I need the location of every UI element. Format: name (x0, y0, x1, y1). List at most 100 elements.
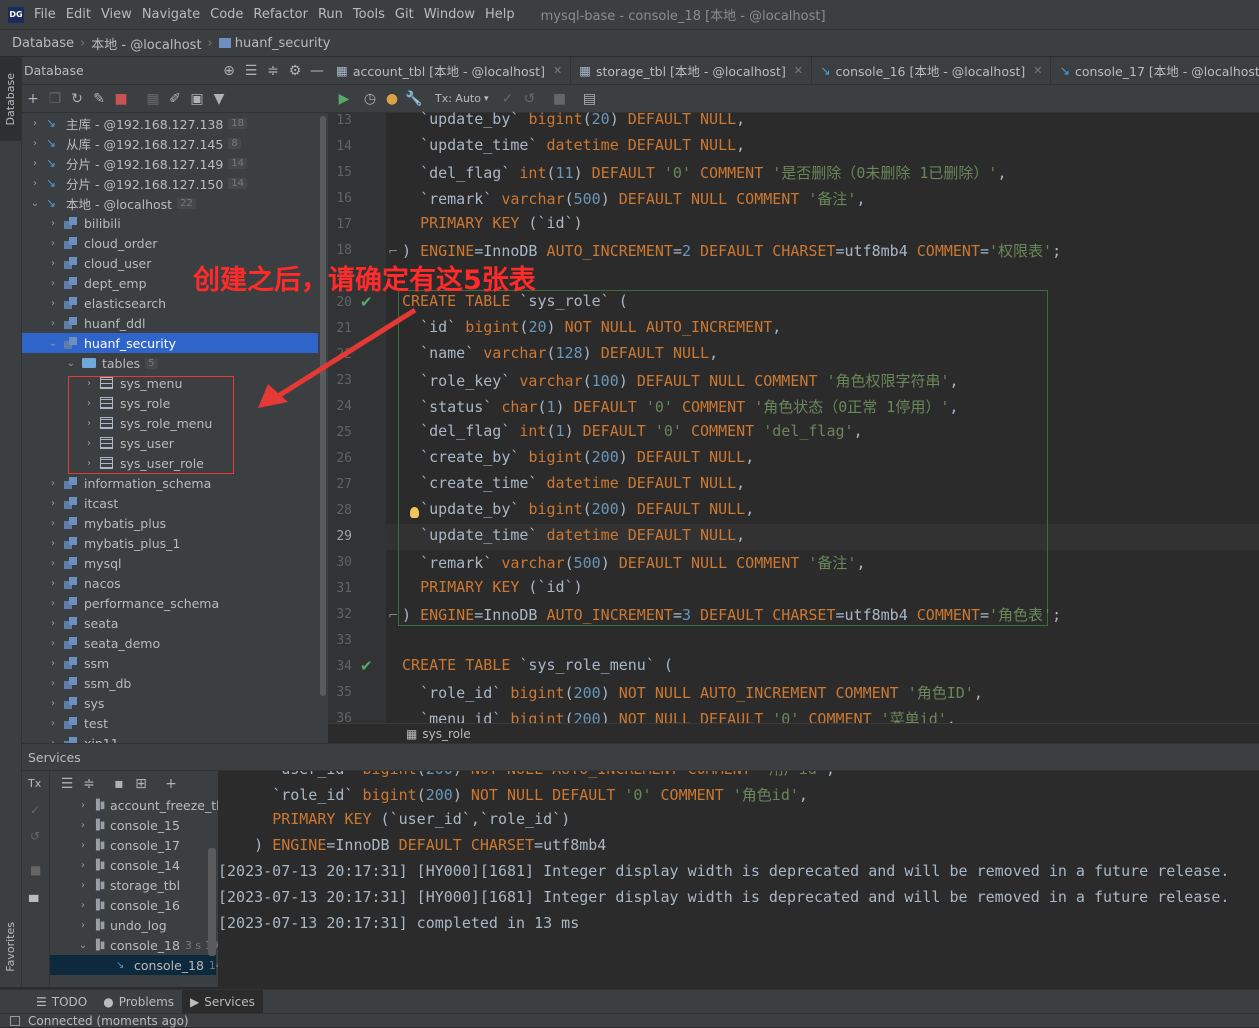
minimize-icon[interactable]: — (306, 60, 328, 82)
services-scrollbar-thumb[interactable] (208, 848, 216, 956)
todo-tab[interactable]: ☰ TODO (28, 990, 95, 1014)
tree-schema[interactable]: › bilibili (46, 213, 121, 233)
code-line[interactable]: ) ENGINE=InnoDB AUTO_INCREMENT=3 DEFAULT… (402, 604, 1061, 625)
ddl-icon[interactable]: ▣ (186, 88, 208, 110)
chevron-right-icon[interactable]: › (46, 718, 60, 729)
tree-schema[interactable]: › information_schema (46, 473, 211, 493)
code-line[interactable]: `create_time` datetime DEFAULT NULL, (402, 474, 745, 492)
close-icon[interactable]: ✕ (1033, 64, 1042, 77)
chevron-down-icon[interactable]: ⌄ (28, 198, 42, 209)
output-line[interactable]: PRIMARY KEY (`user_id`,`role_id`) (218, 810, 570, 828)
chevron-right-icon[interactable]: › (28, 158, 42, 169)
tree-schema-selected[interactable]: ⌄ huanf_security (46, 333, 176, 353)
status-icon[interactable] (10, 1015, 20, 1026)
settings-wrench-icon[interactable]: 🔧 (403, 88, 425, 110)
layout-icon[interactable]: ▀ (29, 895, 38, 909)
chevron-right-icon[interactable]: › (76, 800, 90, 811)
close-icon[interactable]: ✕ (553, 64, 562, 77)
edit-properties-icon[interactable]: ✎ (88, 88, 110, 110)
chevron-right-icon[interactable]: › (46, 538, 60, 549)
tree-schema[interactable]: › mysql (46, 553, 122, 573)
chevron-right-icon[interactable]: › (76, 880, 90, 891)
services-item[interactable]: › ▐▮ account_freeze_tbl (76, 795, 233, 815)
code-line[interactable]: `role_key` varchar(100) DEFAULT NULL COM… (402, 370, 959, 391)
tree-schema[interactable]: › nacos (46, 573, 121, 593)
chevron-down-icon[interactable]: ⌄ (76, 940, 90, 951)
tx-mode-select[interactable]: Tx: Auto (435, 92, 481, 105)
commit-icon[interactable]: ✓ (30, 803, 40, 817)
menu-window[interactable]: Window (424, 7, 475, 22)
services-item[interactable]: › ▐▮ console_17 (76, 835, 185, 855)
chevron-right-icon[interactable]: › (46, 578, 60, 589)
breadcrumb-item[interactable]: huanf_security (235, 36, 331, 51)
code-line[interactable]: `create_by` bigint(200) DEFAULT NULL, (402, 448, 754, 466)
services-tab[interactable]: ▶ Services (182, 989, 263, 1014)
chevron-right-icon[interactable]: › (46, 558, 60, 569)
tree-connection[interactable]: ⌄ ↘ 本地 - @localhost 22 (28, 193, 196, 213)
menu-view[interactable]: View (101, 7, 132, 22)
chevron-right-icon[interactable]: › (28, 118, 42, 129)
menu-file[interactable]: File (34, 7, 56, 22)
problems-tab[interactable]: ● Problems (95, 990, 182, 1014)
chevron-right-icon[interactable]: › (46, 658, 60, 669)
tree-schema[interactable]: › seata_demo (46, 633, 160, 653)
output-line[interactable]: ) ENGINE=InnoDB DEFAULT CHARSET=utf8mb4 (218, 836, 606, 854)
menu-navigate[interactable]: Navigate (142, 7, 200, 22)
chevron-right-icon[interactable]: › (76, 820, 90, 831)
code-line[interactable]: `update_by` bigint(20) DEFAULT NULL, (402, 110, 745, 128)
code-line[interactable]: `id` bigint(20) NOT NULL AUTO_INCREMENT, (402, 318, 781, 336)
editor-breadcrumb-item[interactable]: sys_role (422, 727, 470, 741)
explain-icon[interactable]: ● (381, 88, 403, 110)
code-line[interactable]: `update_time` datetime DEFAULT NULL, (402, 526, 745, 544)
chevron-right-icon[interactable]: › (46, 698, 60, 709)
chevron-right-icon[interactable]: › (28, 138, 42, 149)
gear-icon[interactable]: ⚙ (284, 60, 306, 82)
menu-edit[interactable]: Edit (66, 7, 91, 22)
cancel-icon[interactable]: ■ (549, 88, 571, 110)
services-item[interactable]: › ▐▮ undo_log (76, 915, 172, 935)
code-line[interactable]: `name` varchar(128) DEFAULT NULL, (402, 344, 718, 362)
services-item[interactable]: › ▐▮ console_16 (76, 895, 185, 915)
chevron-right-icon[interactable]: › (46, 278, 60, 289)
stop-icon[interactable]: ■ (110, 88, 132, 110)
collapse-all-icon[interactable]: ≑ (262, 60, 284, 82)
output-line[interactable]: [2023-07-13 20:17:31] [HY000][1681] Inte… (218, 862, 1229, 880)
code-line[interactable]: `del_flag` int(1) DEFAULT '0' COMMENT 'd… (402, 422, 863, 440)
tab-console-16[interactable]: ↘ console_16 [本地 - @localhost] ✕ (812, 57, 1052, 84)
database-tool-tab[interactable]: Database (0, 57, 21, 141)
chevron-right-icon[interactable]: › (46, 478, 60, 489)
chevron-right-icon[interactable]: › (46, 218, 60, 229)
tree-schema[interactable]: › mybatis_plus (46, 513, 166, 533)
tree-schema[interactable]: › ssm_db (46, 673, 131, 693)
tree-schema[interactable]: › huanf_ddl (46, 313, 145, 333)
chevron-right-icon[interactable]: › (46, 678, 60, 689)
tree-schema[interactable]: › itcast (46, 493, 118, 513)
tab-storage-tbl[interactable]: ▦ storage_tbl [本地 - @localhost] ✕ (571, 57, 813, 84)
code-line[interactable]: `role_id` bigint(200) NOT NULL AUTO_INCR… (402, 682, 983, 703)
add-icon[interactable]: + (22, 88, 44, 110)
expand-all-icon[interactable]: ☰ (56, 773, 78, 795)
menu-refactor[interactable]: Refactor (253, 7, 308, 22)
tree-schema[interactable]: › test (46, 713, 108, 733)
chevron-right-icon[interactable]: › (46, 518, 60, 529)
tree-schema[interactable]: › cloud_user (46, 253, 151, 273)
group-icon[interactable]: ▪ (108, 773, 130, 795)
tree-schema[interactable]: › dept_emp (46, 273, 147, 293)
chevron-right-icon[interactable]: › (46, 258, 60, 269)
services-item[interactable]: ↘ console_18 14 (114, 955, 223, 975)
chevron-right-icon[interactable]: › (76, 860, 90, 871)
breadcrumb-item[interactable]: Database (12, 36, 74, 51)
chevron-right-icon[interactable]: › (76, 840, 90, 851)
output-line[interactable]: [2023-07-13 20:17:31] [HY000][1681] Inte… (218, 888, 1229, 906)
chevron-right-icon[interactable]: › (46, 618, 60, 629)
tree-tables-folder[interactable]: ⌄ tables 5 (64, 353, 158, 373)
code-line[interactable]: `status` char(1) DEFAULT '0' COMMENT '角色… (402, 396, 958, 417)
menu-help[interactable]: Help (485, 7, 515, 22)
fold-icon[interactable]: ⌐ (388, 244, 398, 258)
menu-code[interactable]: Code (210, 7, 243, 22)
chevron-right-icon[interactable]: › (76, 920, 90, 931)
tree-connection[interactable]: › ↘ 主库 - @192.168.127.138 18 (28, 113, 248, 133)
code-line[interactable]: PRIMARY KEY (`id`) (402, 578, 583, 596)
code-line[interactable]: `del_flag` int(11) DEFAULT '0' COMMENT '… (402, 162, 1006, 183)
collapse-all-icon[interactable]: ≑ (78, 773, 100, 795)
